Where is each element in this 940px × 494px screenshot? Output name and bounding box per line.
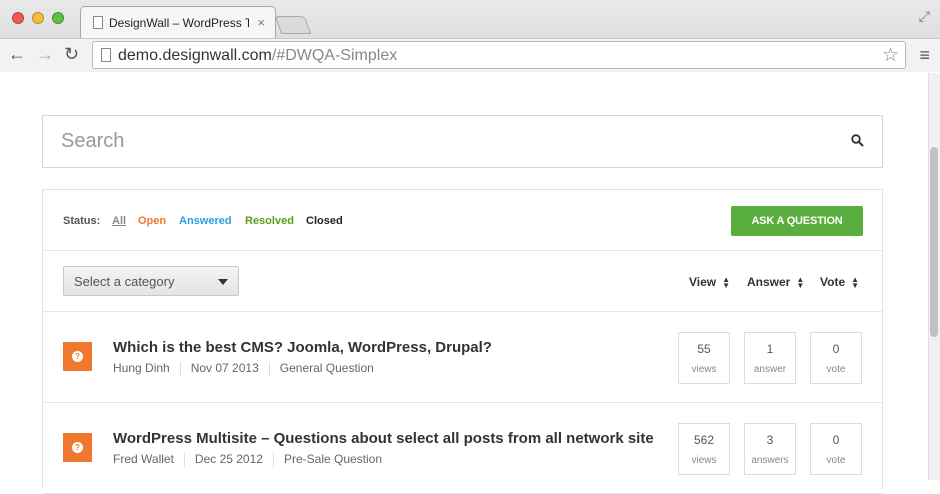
sort-by-view[interactable]: View ▲ ▼ xyxy=(689,275,730,289)
url-path: /#DWQA-Simplex xyxy=(271,47,398,64)
sort-arrows-icon: ▲ ▼ xyxy=(796,274,805,290)
answers-number: 3 xyxy=(766,433,774,447)
question-list-panel: Status: All Open Answered Resolved Close… xyxy=(42,189,883,494)
sort-bar: Select a category View ▲ ▼ Answer ▲ ▼ Vote ▲ ▼ xyxy=(43,252,882,312)
scrollbar-thumb[interactable] xyxy=(930,147,938,337)
new-tab-button[interactable] xyxy=(274,16,312,34)
address-bar[interactable]: demo.designwall.com/#DWQA-Simplex ☆ xyxy=(92,41,906,69)
toolbar: ← → ↻ demo.designwall.com/#DWQA-Simplex … xyxy=(0,38,940,72)
sort-vote-label: Vote xyxy=(820,275,846,289)
views-label: views xyxy=(691,364,717,375)
search-icon[interactable] xyxy=(851,134,864,147)
views-number: 562 xyxy=(693,433,715,447)
sort-arrows-icon: ▲ ▼ xyxy=(851,274,860,290)
browser-chrome: DesignWall – WordPress Th × ⤢ ← → ↻ demo… xyxy=(0,0,940,72)
answers-count: 1 answer xyxy=(744,332,796,384)
question-status-icon: ? xyxy=(63,433,92,462)
search-box xyxy=(42,115,883,168)
votes-label: vote xyxy=(826,455,846,466)
scrollbar[interactable] xyxy=(928,73,940,480)
views-label: views xyxy=(691,455,717,466)
tab-title: DesignWall – WordPress Th xyxy=(109,16,249,30)
votes-count: 0 vote xyxy=(810,332,862,384)
question-author[interactable]: Hung Dinh xyxy=(113,361,170,375)
category-select-value: Select a category xyxy=(74,274,175,289)
question-status-icon: ? xyxy=(63,342,92,371)
ask-question-button[interactable]: ASK A QUESTION xyxy=(731,206,863,236)
page-content: Status: All Open Answered Resolved Close… xyxy=(0,73,940,494)
answers-label: answer xyxy=(753,364,787,375)
status-label: Status: xyxy=(63,215,101,227)
question-title[interactable]: WordPress Multisite – Questions about se… xyxy=(113,430,654,447)
votes-number: 0 xyxy=(832,342,840,356)
sort-by-answer[interactable]: Answer ▲ ▼ xyxy=(747,275,804,289)
search-input[interactable] xyxy=(61,130,821,153)
minimize-window-button[interactable] xyxy=(32,12,44,24)
forward-button[interactable]: → xyxy=(36,44,54,65)
page-icon xyxy=(101,48,111,62)
url-host: demo.designwall.com xyxy=(118,47,272,64)
status-filter-bar: Status: All Open Answered Resolved Close… xyxy=(43,190,882,251)
filter-open[interactable]: Open xyxy=(138,215,166,227)
question-date: Dec 25 2012 xyxy=(194,452,263,466)
question-row: ? Which is the best CMS? Joomla, WordPre… xyxy=(43,312,882,403)
back-button[interactable]: ← xyxy=(8,44,26,65)
filter-answered[interactable]: Answered xyxy=(179,215,232,227)
fullscreen-icon[interactable]: ⤢ xyxy=(919,8,930,25)
question-title[interactable]: Which is the best CMS? Joomla, WordPress… xyxy=(113,339,492,356)
sort-arrows-icon: ▲ ▼ xyxy=(722,274,731,290)
answers-number: 1 xyxy=(766,342,774,356)
url-text: demo.designwall.com/#DWQA-Simplex xyxy=(118,47,397,65)
page-icon xyxy=(93,16,103,29)
question-row: ? WordPress Multisite – Questions about … xyxy=(43,403,882,494)
votes-count: 0 vote xyxy=(810,423,862,475)
close-window-button[interactable] xyxy=(12,12,24,24)
question-meta: Hung Dinh Nov 07 2013 General Question xyxy=(113,361,374,376)
question-meta: Fred Wallet Dec 25 2012 Pre-Sale Question xyxy=(113,452,382,467)
browser-tab[interactable]: DesignWall – WordPress Th × xyxy=(80,6,276,38)
views-count: 55 views xyxy=(678,332,730,384)
views-count: 562 views xyxy=(678,423,730,475)
sort-by-vote[interactable]: Vote ▲ ▼ xyxy=(820,275,859,289)
sort-answer-label: Answer xyxy=(747,275,791,289)
menu-icon[interactable]: ≡ xyxy=(919,45,930,66)
filter-resolved[interactable]: Resolved xyxy=(245,215,294,227)
question-category[interactable]: Pre-Sale Question xyxy=(284,452,382,466)
votes-number: 0 xyxy=(832,433,840,447)
question-category[interactable]: General Question xyxy=(280,361,374,375)
bookmark-star-icon[interactable]: ☆ xyxy=(882,44,899,67)
sort-view-label: View xyxy=(689,275,717,289)
filter-closed[interactable]: Closed xyxy=(306,215,343,227)
question-author[interactable]: Fred Wallet xyxy=(113,452,174,466)
chevron-down-icon xyxy=(218,279,228,285)
zoom-window-button[interactable] xyxy=(52,12,64,24)
close-tab-icon[interactable]: × xyxy=(257,15,265,30)
category-select[interactable]: Select a category xyxy=(63,266,239,296)
answers-count: 3 answers xyxy=(744,423,796,475)
votes-label: vote xyxy=(826,364,846,375)
views-number: 55 xyxy=(697,342,711,356)
filter-all[interactable]: All xyxy=(112,215,126,227)
answers-label: answers xyxy=(751,455,789,466)
reload-button[interactable]: ↻ xyxy=(64,44,79,65)
question-date: Nov 07 2013 xyxy=(190,361,259,375)
